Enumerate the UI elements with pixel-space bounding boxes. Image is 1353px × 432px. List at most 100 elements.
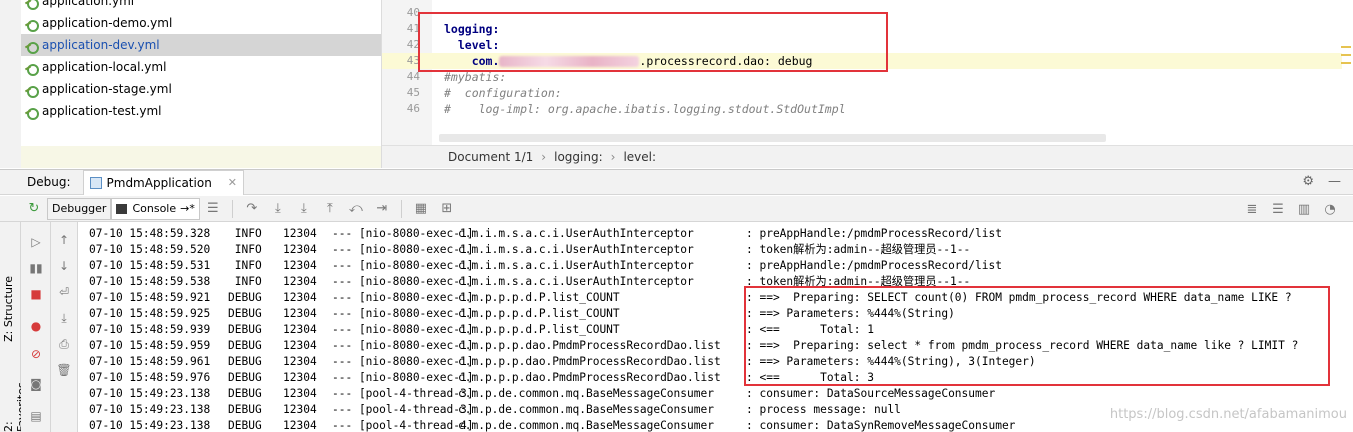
log-thread: --- [pool-4-thread-3] xyxy=(332,387,474,400)
log-timestamp: 07-10 15:49:23.138 xyxy=(89,387,211,400)
breadcrumb-logging[interactable]: logging: xyxy=(554,150,603,164)
log-pid: 12304 xyxy=(283,259,317,272)
align-icon[interactable]: ≣ xyxy=(1239,196,1265,222)
mute-breakpoints-icon[interactable]: ⊘ xyxy=(27,346,45,362)
log-logger: c.m.p.p.p.dao.PmdmProcessRecordDao.list xyxy=(458,355,721,368)
log-thread: --- [pool-4-thread-4] xyxy=(332,419,474,432)
evaluate-expression-icon[interactable]: ▦ xyxy=(408,196,434,222)
file-name: application-test.yml xyxy=(42,104,162,118)
log-message: : process message: null xyxy=(746,403,901,416)
log-pid: 12304 xyxy=(283,227,317,240)
debug-tool-window-header: Debug: PmdmApplication ✕ ⚙ — xyxy=(0,169,1353,195)
horizontal-scrollbar[interactable] xyxy=(439,134,1106,142)
log-pid: 12304 xyxy=(283,419,317,432)
yaml-file-icon xyxy=(25,17,39,32)
log-timestamp: 07-10 15:48:59.976 xyxy=(89,371,211,384)
restore-layout-icon[interactable]: →* xyxy=(180,202,195,215)
code-editor[interactable]: 40 41 logging: 42 level: 43 com. .processr… xyxy=(381,0,1353,168)
highlight-box-sql xyxy=(744,286,1330,386)
file-name: application.yml xyxy=(42,0,135,8)
file-name: application-demo.yml xyxy=(42,16,173,30)
log-level: DEBUG xyxy=(228,371,262,384)
tool-window-strip: Z: Structure 2: Favorites xyxy=(0,222,28,432)
line-number: 44 xyxy=(406,70,420,83)
tab-debugger[interactable]: Debugger xyxy=(47,197,112,220)
rerun-icon[interactable]: ↻ xyxy=(21,196,47,222)
pause-icon[interactable]: ▮▮ xyxy=(27,260,45,276)
line-number: 45 xyxy=(406,86,420,99)
gear-icon[interactable]: ⚙ xyxy=(1302,174,1314,189)
chevron-right-icon: › xyxy=(610,150,616,164)
breadcrumb-level[interactable]: level: xyxy=(623,150,656,164)
clear-all-icon[interactable]: 🗑 xyxy=(55,362,73,378)
list-icon[interactable]: ☰ xyxy=(1265,196,1291,222)
line-number: 41 xyxy=(406,22,420,35)
file-item-application[interactable]: application.yml xyxy=(21,0,381,12)
log-thread: --- [nio-8080-exec-1] xyxy=(332,227,474,240)
log-level: INFO xyxy=(228,275,262,288)
force-step-into-icon[interactable]: ⤓ xyxy=(291,196,317,222)
run-to-cursor-icon[interactable]: ⇥ xyxy=(369,196,395,222)
log-timestamp: 07-10 15:48:59.538 xyxy=(89,275,211,288)
log-pid: 12304 xyxy=(283,355,317,368)
log-timestamp: 07-10 15:49:23.138 xyxy=(89,403,211,416)
file-item-application-demo[interactable]: application-demo.yml xyxy=(21,12,381,34)
code-comment: # log-impl: org.apache.ibatis.logging.st… xyxy=(444,102,846,116)
log-logger: c.m.i.m.s.a.c.i.UserAuthInterceptor xyxy=(458,259,694,272)
step-over-icon[interactable]: ↷ xyxy=(239,196,265,222)
step-out-icon[interactable]: ⤒ xyxy=(317,196,343,222)
step-into-icon[interactable]: ⤓ xyxy=(265,196,291,222)
log-pid: 12304 xyxy=(283,307,317,320)
drop-frame-icon[interactable]: ⤺ xyxy=(343,196,369,222)
log-thread: --- [nio-8080-exec-1] xyxy=(332,275,474,288)
log-timestamp: 07-10 15:49:23.138 xyxy=(89,419,211,432)
yaml-file-icon xyxy=(25,105,39,120)
log-thread: --- [nio-8080-exec-1] xyxy=(332,355,474,368)
line-number: 40 xyxy=(406,6,420,19)
layout-icon[interactable]: ▥ xyxy=(1291,196,1317,222)
scroll-up-icon[interactable]: ↑ xyxy=(55,232,73,248)
file-item-application-dev[interactable]: application-dev.yml xyxy=(21,34,381,56)
log-timestamp: 07-10 15:48:59.328 xyxy=(89,227,211,240)
file-name: application-dev.yml xyxy=(42,38,160,52)
log-pid: 12304 xyxy=(283,371,317,384)
log-pid: 12304 xyxy=(283,243,317,256)
resume-icon[interactable]: ▷ xyxy=(27,234,45,250)
log-logger: c.m.p.p.p.d.P.list_COUNT xyxy=(458,307,620,320)
console-actions-column: ↑ ↓ ⏎ ⤓ ⎙ 🗑 xyxy=(51,222,78,432)
view-breakpoints-icon[interactable]: ● xyxy=(27,318,45,334)
yaml-file-icon xyxy=(25,39,39,54)
minimize-icon[interactable]: — xyxy=(1328,174,1341,189)
application-icon xyxy=(89,176,102,189)
log-timestamp: 07-10 15:48:59.925 xyxy=(89,307,211,320)
error-stripe xyxy=(1339,40,1353,70)
file-item-application-local[interactable]: application-local.yml xyxy=(21,56,381,78)
trace-icon[interactable]: ⊞ xyxy=(434,196,460,222)
scroll-down-icon[interactable]: ↓ xyxy=(55,258,73,274)
breadcrumb-document[interactable]: Document 1/1 xyxy=(448,150,533,164)
print-icon[interactable]: ⎙ xyxy=(55,336,73,352)
log-pid: 12304 xyxy=(283,403,317,416)
layout-grid-icon[interactable]: ▤ xyxy=(27,408,45,424)
performance-icon[interactable]: ◔ xyxy=(1317,196,1343,222)
log-logger: c.m.p.de.common.mq.BaseMessageConsumer xyxy=(458,403,714,416)
editor-breadcrumb: Document 1/1 › logging: › level: xyxy=(382,145,1353,168)
close-icon[interactable]: ✕ xyxy=(228,176,237,189)
file-item-application-stage[interactable]: application-stage.yml xyxy=(21,78,381,100)
tab-console[interactable]: Console →* xyxy=(111,197,200,220)
debug-actions-column: ▷ ▮▮ ■ ● ⊘ ◙ ▤ xyxy=(21,222,51,432)
camera-icon[interactable]: ◙ xyxy=(27,376,45,392)
tab-pmdm-application[interactable]: PmdmApplication ✕ xyxy=(82,169,245,195)
log-level: DEBUG xyxy=(228,355,262,368)
menu-icon[interactable]: ☰ xyxy=(200,196,226,222)
tab-debugger-label: Debugger xyxy=(52,202,107,215)
soft-wrap-icon[interactable]: ⏎ xyxy=(55,284,73,300)
structure-tool-button[interactable]: Z: Structure xyxy=(2,276,15,342)
stop-icon[interactable]: ■ xyxy=(27,286,45,302)
file-item-application-test[interactable]: application-test.yml xyxy=(21,100,381,122)
console-icon xyxy=(116,203,128,214)
log-thread: --- [nio-8080-exec-1] xyxy=(332,243,474,256)
log-level: INFO xyxy=(228,227,262,240)
scroll-to-end-icon[interactable]: ⤓ xyxy=(55,310,73,326)
debug-header-actions: ⚙ — xyxy=(1302,174,1341,189)
